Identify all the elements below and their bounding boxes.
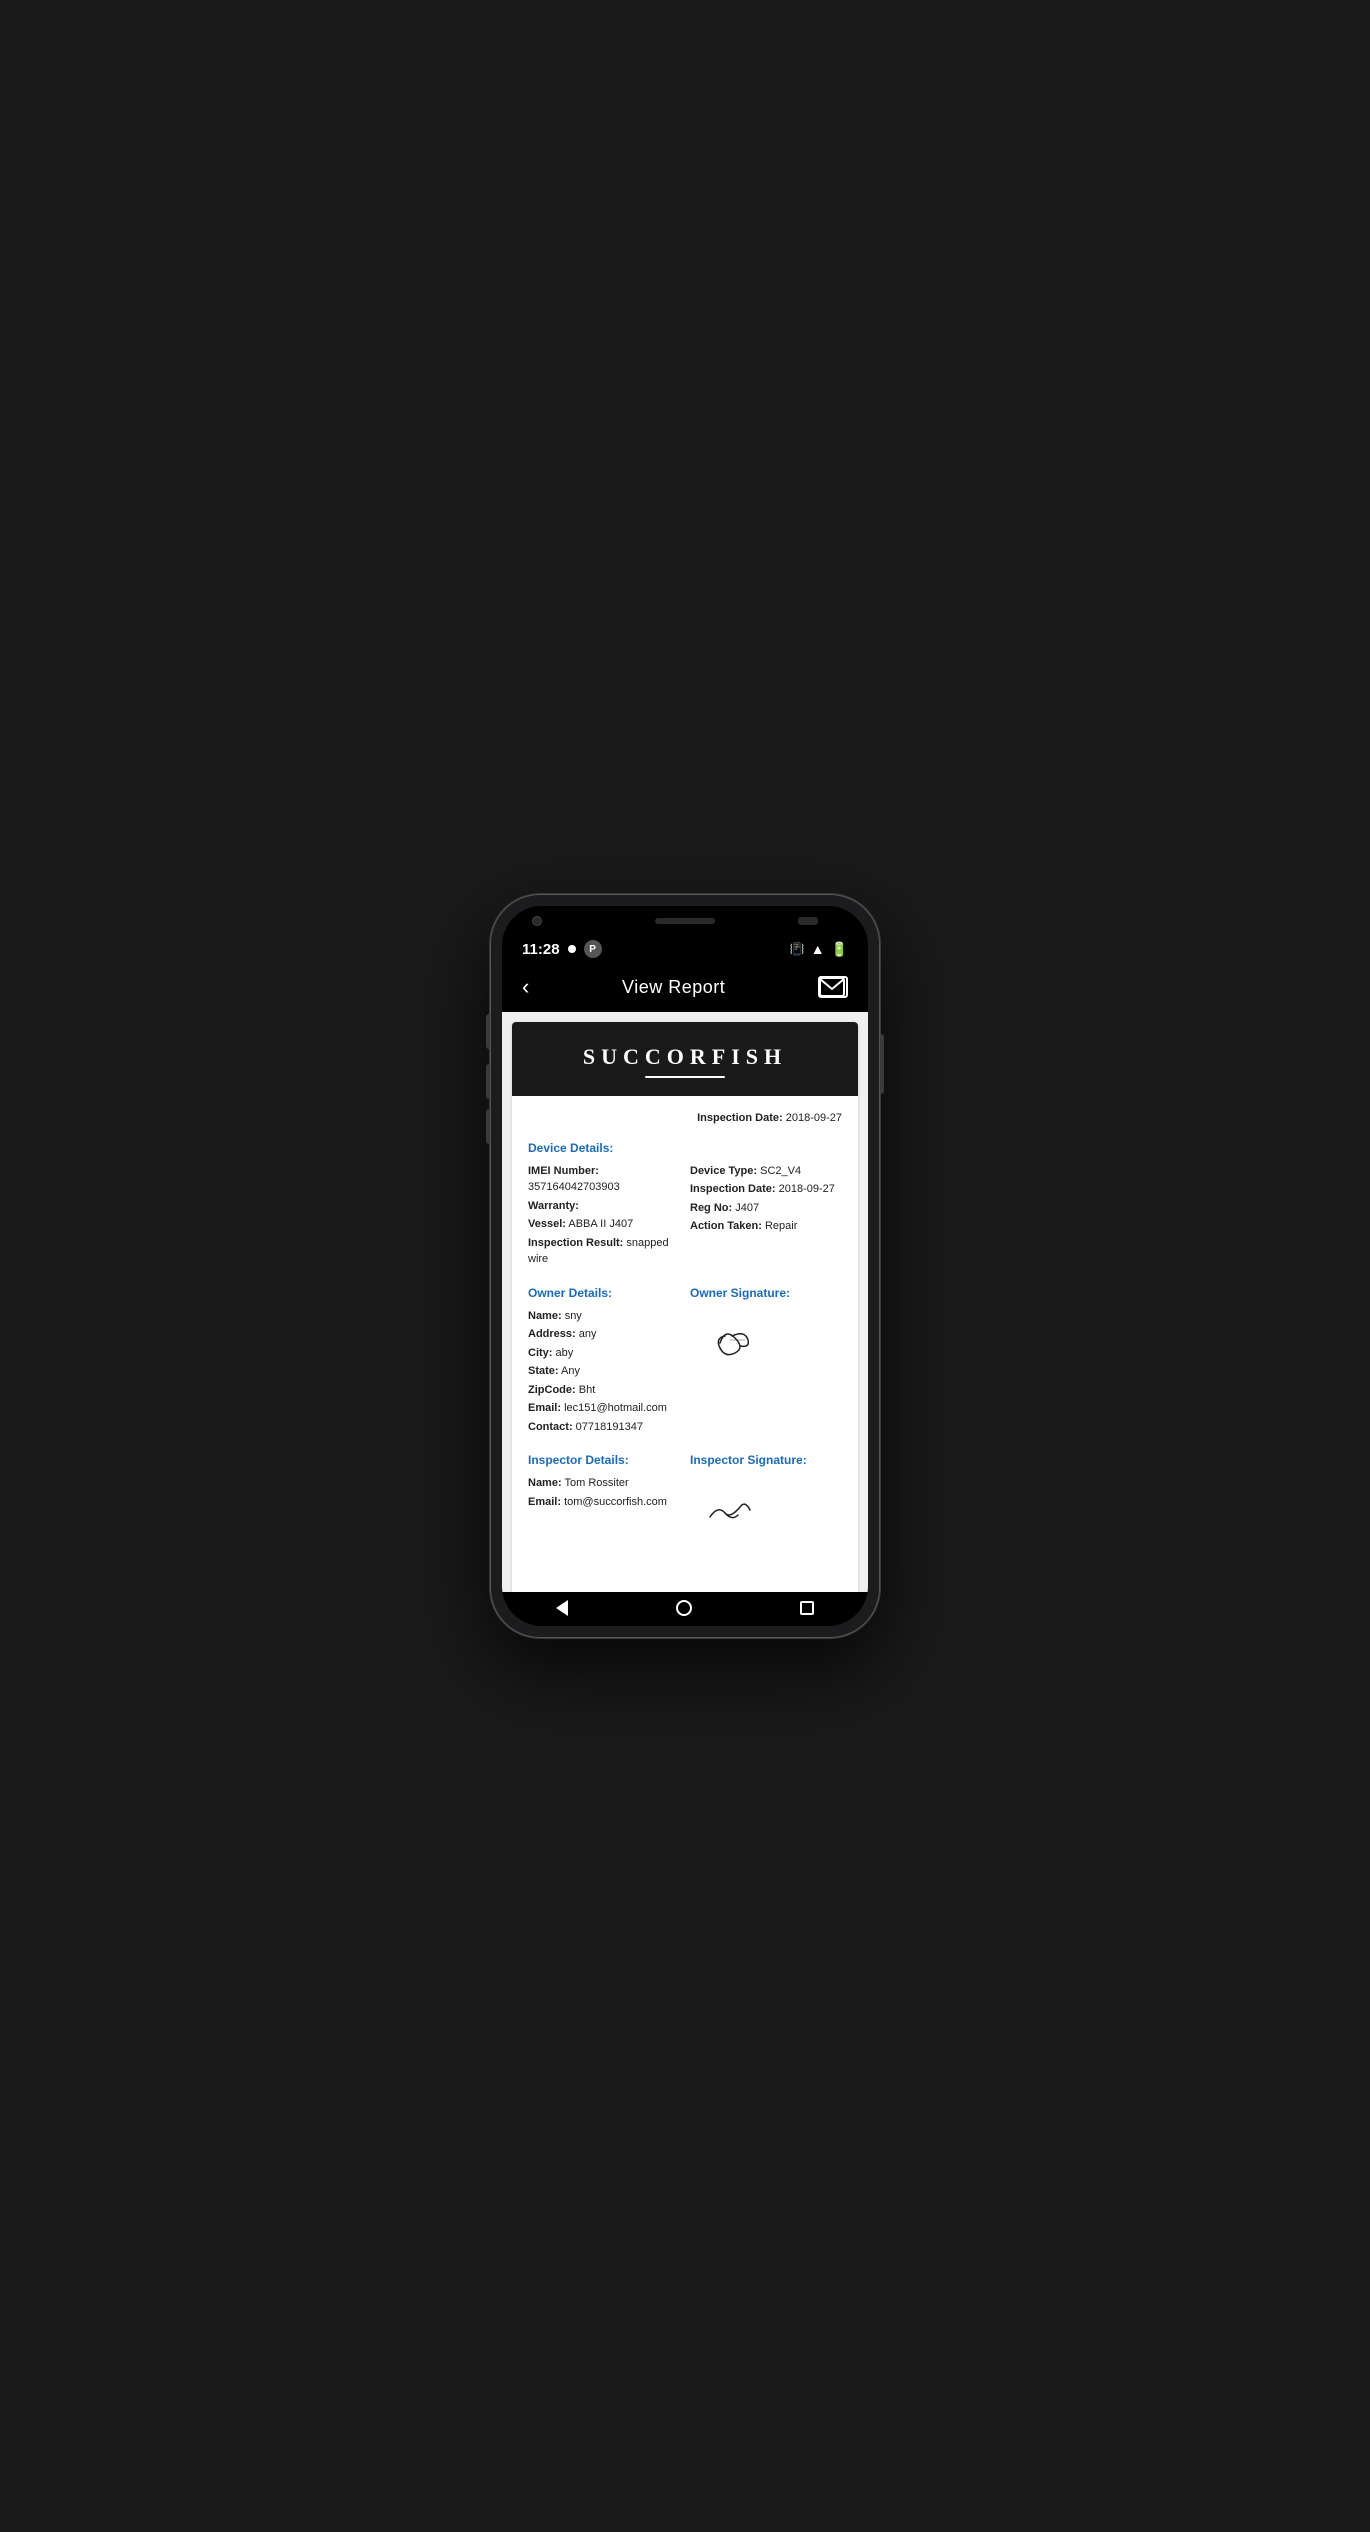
report-header-banner: SUCCORFISH <box>512 1022 858 1096</box>
brand-underline <box>645 1076 725 1078</box>
phone-screen: 11:28 P 📳 ▲ 🔋 ‹ View Report <box>502 906 868 1626</box>
phone-device: 11:28 P 📳 ▲ 🔋 ‹ View Report <box>490 894 880 1638</box>
inspector-signature <box>690 1485 770 1535</box>
inspector-signature-title: Inspector Signature: <box>690 1451 842 1469</box>
status-p-icon: P <box>584 940 602 958</box>
owner-name-row: Name: sny <box>528 1308 680 1325</box>
device-details-grid: IMEI Number: 357164042703903 Warranty: V… <box>528 1163 842 1270</box>
back-triangle-icon <box>556 1600 568 1616</box>
speaker <box>655 918 715 924</box>
device-details-right: Device Type: SC2_V4 Inspection Date: 201… <box>690 1163 842 1270</box>
inspection-result-row: Inspection Result: snapped wire <box>528 1235 680 1268</box>
brand-name: SUCCORFISH <box>532 1044 838 1070</box>
android-home-button[interactable] <box>676 1600 692 1616</box>
android-nav-bar <box>502 1592 868 1626</box>
battery-icon: 🔋 <box>831 941 848 958</box>
camera <box>532 916 542 926</box>
report-body: Inspection Date: 2018-09-27 Device Detai… <box>512 1096 858 1592</box>
inspection-date-label: Inspection Date: <box>697 1112 783 1124</box>
mail-button[interactable] <box>818 976 848 998</box>
owner-signature <box>690 1318 770 1368</box>
owner-address-row: Address: any <box>528 1326 680 1343</box>
report-card: SUCCORFISH Inspection Date: 2018-09-27 D… <box>512 1022 858 1592</box>
face-id <box>798 917 818 925</box>
device-type-row: Device Type: SC2_V4 <box>690 1163 842 1180</box>
status-left: 11:28 P <box>522 940 602 958</box>
wifi-icon: ▲ <box>811 941 825 957</box>
reg-no-row: Reg No: J407 <box>690 1200 842 1217</box>
spacer <box>528 1559 842 1592</box>
action-taken-row: Action Taken: Repair <box>690 1218 842 1235</box>
owner-city-row: City: aby <box>528 1345 680 1362</box>
owner-section-row: Owner Details: Name: sny Address: any Ci… <box>528 1284 842 1438</box>
warranty-row: Warranty: <box>528 1198 680 1215</box>
owner-signature-block: Owner Signature: <box>690 1284 842 1438</box>
vibrate-icon: 📳 <box>790 942 805 956</box>
inspector-details-block: Inspector Details: Name: Tom Rossiter Em… <box>528 1451 680 1545</box>
owner-signature-area <box>690 1308 842 1378</box>
screen-content[interactable]: SUCCORFISH Inspection Date: 2018-09-27 D… <box>502 1012 868 1592</box>
inspector-details-title: Inspector Details: <box>528 1451 680 1469</box>
owner-state-row: State: Any <box>528 1363 680 1380</box>
home-circle-icon <box>676 1600 692 1616</box>
inspector-signature-area <box>690 1475 842 1545</box>
status-time: 11:28 <box>522 941 560 958</box>
inspector-section-row: Inspector Details: Name: Tom Rossiter Em… <box>528 1451 842 1545</box>
owner-details-block: Owner Details: Name: sny Address: any Ci… <box>528 1284 680 1438</box>
android-back-button[interactable] <box>556 1600 568 1616</box>
navigation-bar: ‹ View Report <box>502 964 868 1012</box>
status-right: 📳 ▲ 🔋 <box>790 941 848 958</box>
device-details-title: Device Details: <box>528 1139 842 1157</box>
owner-email-row: Email: lec151@hotmail.com <box>528 1400 680 1417</box>
inspector-email-row: Email: tom@succorfish.com <box>528 1494 680 1511</box>
inspection-date-row: Inspection Date: 2018-09-27 <box>528 1110 842 1127</box>
status-dot <box>568 945 576 953</box>
status-bar: 11:28 P 📳 ▲ 🔋 <box>502 936 868 964</box>
inspector-signature-block: Inspector Signature: <box>690 1451 842 1545</box>
owner-details-title: Owner Details: <box>528 1284 680 1302</box>
page-title: View Report <box>622 977 725 998</box>
owner-signature-title: Owner Signature: <box>690 1284 842 1302</box>
back-button[interactable]: ‹ <box>522 974 529 1000</box>
owner-zipcode-row: ZipCode: Bht <box>528 1382 680 1399</box>
android-recents-button[interactable] <box>800 1601 814 1615</box>
inspection-date2-row: Inspection Date: 2018-09-27 <box>690 1181 842 1198</box>
owner-contact-row: Contact: 07718191347 <box>528 1419 680 1436</box>
device-details-left: IMEI Number: 357164042703903 Warranty: V… <box>528 1163 680 1270</box>
notch-area <box>502 906 868 936</box>
inspector-name-row: Name: Tom Rossiter <box>528 1475 680 1492</box>
imei-row: IMEI Number: 357164042703903 <box>528 1163 680 1196</box>
recents-square-icon <box>800 1601 814 1615</box>
inspection-date-value: 2018-09-27 <box>786 1112 842 1124</box>
vessel-row: Vessel: ABBA II J407 <box>528 1216 680 1233</box>
